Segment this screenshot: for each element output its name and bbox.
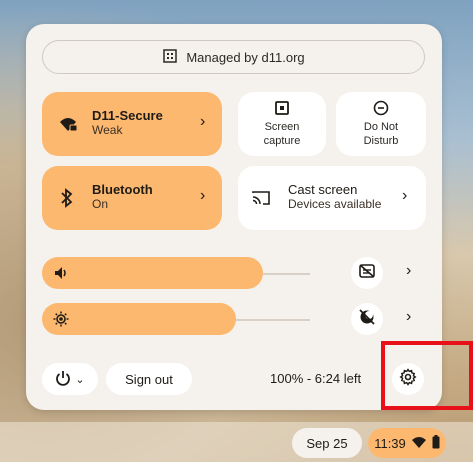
network-status: Weak — [92, 123, 123, 137]
screen-capture-line1: Screen — [264, 121, 300, 133]
battery-status: 100% - 6:24 left — [270, 371, 362, 386]
chevron-down-icon: ⌄ — [75, 373, 85, 386]
building-icon — [162, 48, 178, 67]
power-icon — [55, 370, 71, 389]
screen-capture-button[interactable]: Screen capture — [238, 92, 326, 156]
sign-out-label: Sign out — [125, 371, 173, 387]
audio-settings-button[interactable] — [351, 257, 383, 289]
chevron-right-icon[interactable]: › — [402, 187, 407, 205]
network-name: D11-Secure — [92, 108, 163, 123]
chevron-right-icon[interactable]: › — [406, 262, 411, 280]
date-label: Sep 25 — [306, 435, 348, 451]
brightness-slider[interactable] — [42, 303, 236, 335]
cast-status: Devices available — [288, 197, 382, 211]
chevron-right-icon[interactable]: › — [200, 187, 205, 205]
night-light-button[interactable] — [351, 303, 383, 335]
time-label: 11:39 — [374, 435, 406, 451]
power-menu-button[interactable]: ⌄ — [42, 363, 98, 395]
chevron-right-icon[interactable]: › — [200, 113, 205, 131]
cast-icon — [252, 190, 270, 211]
sign-out-button[interactable]: Sign out — [106, 363, 192, 395]
network-tile[interactable]: D11-Secure Weak › — [42, 92, 222, 156]
cast-title: Cast screen — [288, 182, 358, 197]
chevron-right-icon[interactable]: › — [406, 308, 411, 326]
bluetooth-title: Bluetooth — [92, 182, 153, 197]
highlight-box — [381, 341, 473, 410]
battery-icon — [432, 434, 440, 452]
bluetooth-status: On — [92, 197, 109, 211]
cast-screen-tile[interactable]: Cast screen Devices available › — [238, 166, 426, 230]
quick-settings-panel: Managed by d11.org D11-Secure Weak › Scr… — [26, 24, 442, 410]
do-not-disturb-icon — [373, 100, 389, 120]
dnd-line2: Disturb — [363, 135, 399, 147]
night-light-off-icon — [358, 308, 376, 331]
brightness-icon — [53, 311, 69, 332]
captions-off-icon — [358, 263, 376, 284]
do-not-disturb-button[interactable]: Do Not Disturb — [336, 92, 426, 156]
screen-capture-icon — [274, 100, 290, 120]
managed-by-banner[interactable]: Managed by d11.org — [42, 40, 425, 74]
volume-slider[interactable] — [42, 257, 263, 289]
bluetooth-icon — [60, 188, 74, 213]
screen-capture-line2: capture — [263, 135, 301, 147]
wifi-lock-icon — [58, 114, 78, 139]
volume-icon — [54, 266, 70, 285]
status-tray-button[interactable]: 11:39 — [368, 428, 446, 458]
dnd-line1: Do Not — [363, 121, 399, 133]
managed-label: Managed by d11.org — [186, 49, 305, 65]
wifi-icon — [411, 436, 426, 451]
bluetooth-tile[interactable]: Bluetooth On › — [42, 166, 222, 230]
date-tray-button[interactable]: Sep 25 — [292, 428, 362, 458]
